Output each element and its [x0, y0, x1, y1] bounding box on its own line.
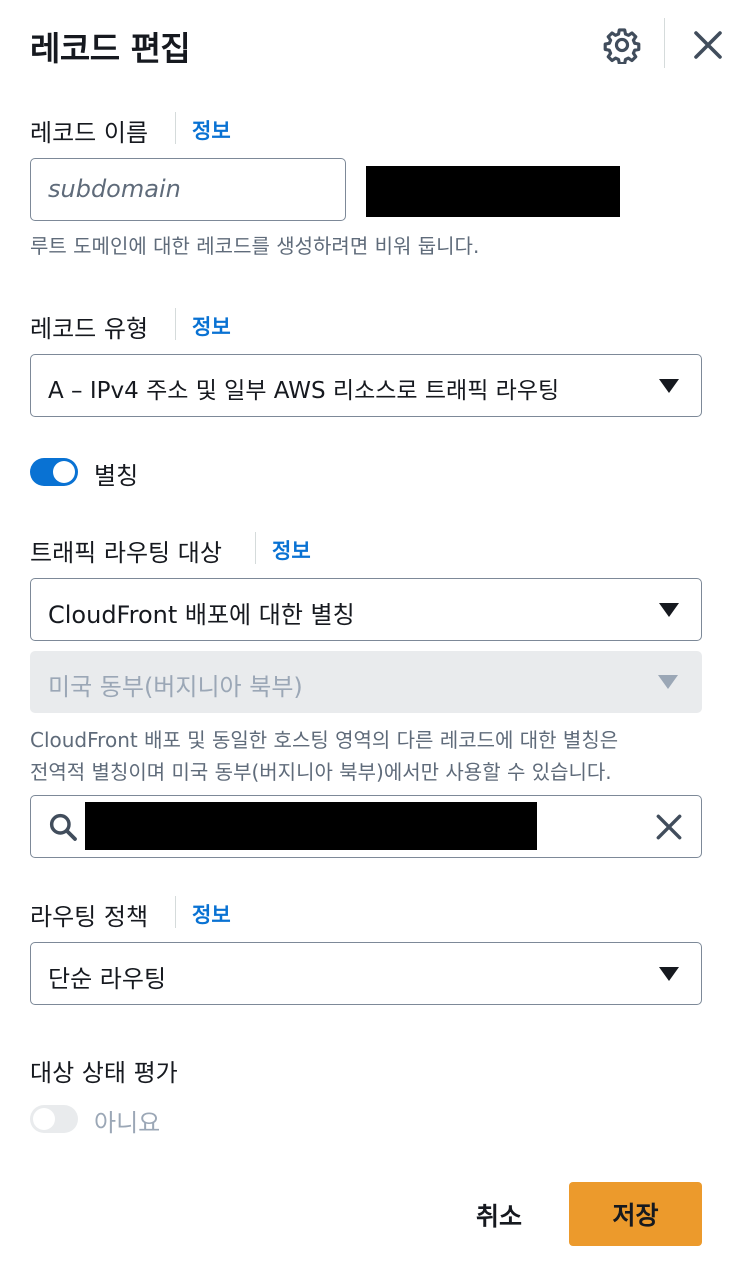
- region-select: 미국 동부(버지니아 북부): [30, 651, 702, 713]
- record-name-info-link[interactable]: 정보: [192, 115, 231, 145]
- region-value: 미국 동부(버지니아 북부): [48, 673, 303, 701]
- route-target-label: 트래픽 라우팅 대상: [30, 539, 222, 567]
- record-name-label: 레코드 이름: [30, 119, 149, 147]
- routing-policy-value: 단순 라우팅: [48, 965, 167, 993]
- label-divider: [175, 896, 176, 928]
- record-type-value: A – IPv4 주소 및 일부 AWS 리소스로 트래픽 라우팅: [48, 378, 560, 404]
- caret-down-icon: [659, 967, 679, 981]
- gear-icon[interactable]: [603, 26, 641, 64]
- search-icon: [49, 813, 77, 841]
- record-name-input[interactable]: subdomain: [30, 158, 346, 221]
- distribution-search-input[interactable]: [30, 795, 702, 858]
- route-target-hint-line2: 전역적 별칭이며 미국 동부(버지니아 북부)에서만 사용할 수 있습니다.: [30, 760, 612, 784]
- route-target-select[interactable]: CloudFront 배포에 대한 별칭: [30, 578, 702, 641]
- health-toggle: [30, 1105, 78, 1133]
- redacted-domain: [366, 166, 620, 217]
- record-type-label: 레코드 유형: [30, 315, 149, 343]
- routing-policy-label: 라우팅 정책: [30, 903, 149, 931]
- panel-title: 레코드 편집: [30, 29, 191, 68]
- clear-icon[interactable]: [653, 811, 685, 843]
- label-divider: [255, 532, 256, 564]
- health-toggle-label: 아니요: [94, 1109, 161, 1137]
- routing-policy-select[interactable]: 단순 라우팅: [30, 942, 702, 1005]
- cancel-button[interactable]: 취소: [476, 1197, 522, 1233]
- caret-down-icon: [658, 675, 678, 689]
- close-icon[interactable]: [690, 27, 726, 63]
- redacted-search-value: [85, 802, 537, 850]
- route-target-hint-line1: CloudFront 배포 및 동일한 호스팅 영역의 다른 레코드에 대한 별…: [30, 728, 619, 752]
- label-divider: [175, 112, 176, 144]
- alias-label: 별칭: [94, 462, 139, 490]
- record-name-placeholder: subdomain: [48, 175, 181, 203]
- record-type-info-link[interactable]: 정보: [192, 311, 231, 341]
- save-button[interactable]: 저장: [569, 1182, 702, 1246]
- record-type-select[interactable]: A – IPv4 주소 및 일부 AWS 리소스로 트래픽 라우팅: [30, 354, 702, 417]
- caret-down-icon: [659, 379, 679, 393]
- health-label: 대상 상태 평가: [30, 1059, 178, 1087]
- caret-down-icon: [659, 603, 679, 617]
- routing-policy-info-link[interactable]: 정보: [192, 899, 231, 929]
- route-target-info-link[interactable]: 정보: [272, 535, 311, 565]
- route-target-value: CloudFront 배포에 대한 별칭: [48, 601, 355, 629]
- alias-toggle[interactable]: [30, 458, 78, 486]
- label-divider: [175, 308, 176, 340]
- record-name-hint: 루트 도메인에 대한 레코드를 생성하려면 비워 둡니다.: [30, 234, 480, 258]
- header-divider: [664, 18, 665, 68]
